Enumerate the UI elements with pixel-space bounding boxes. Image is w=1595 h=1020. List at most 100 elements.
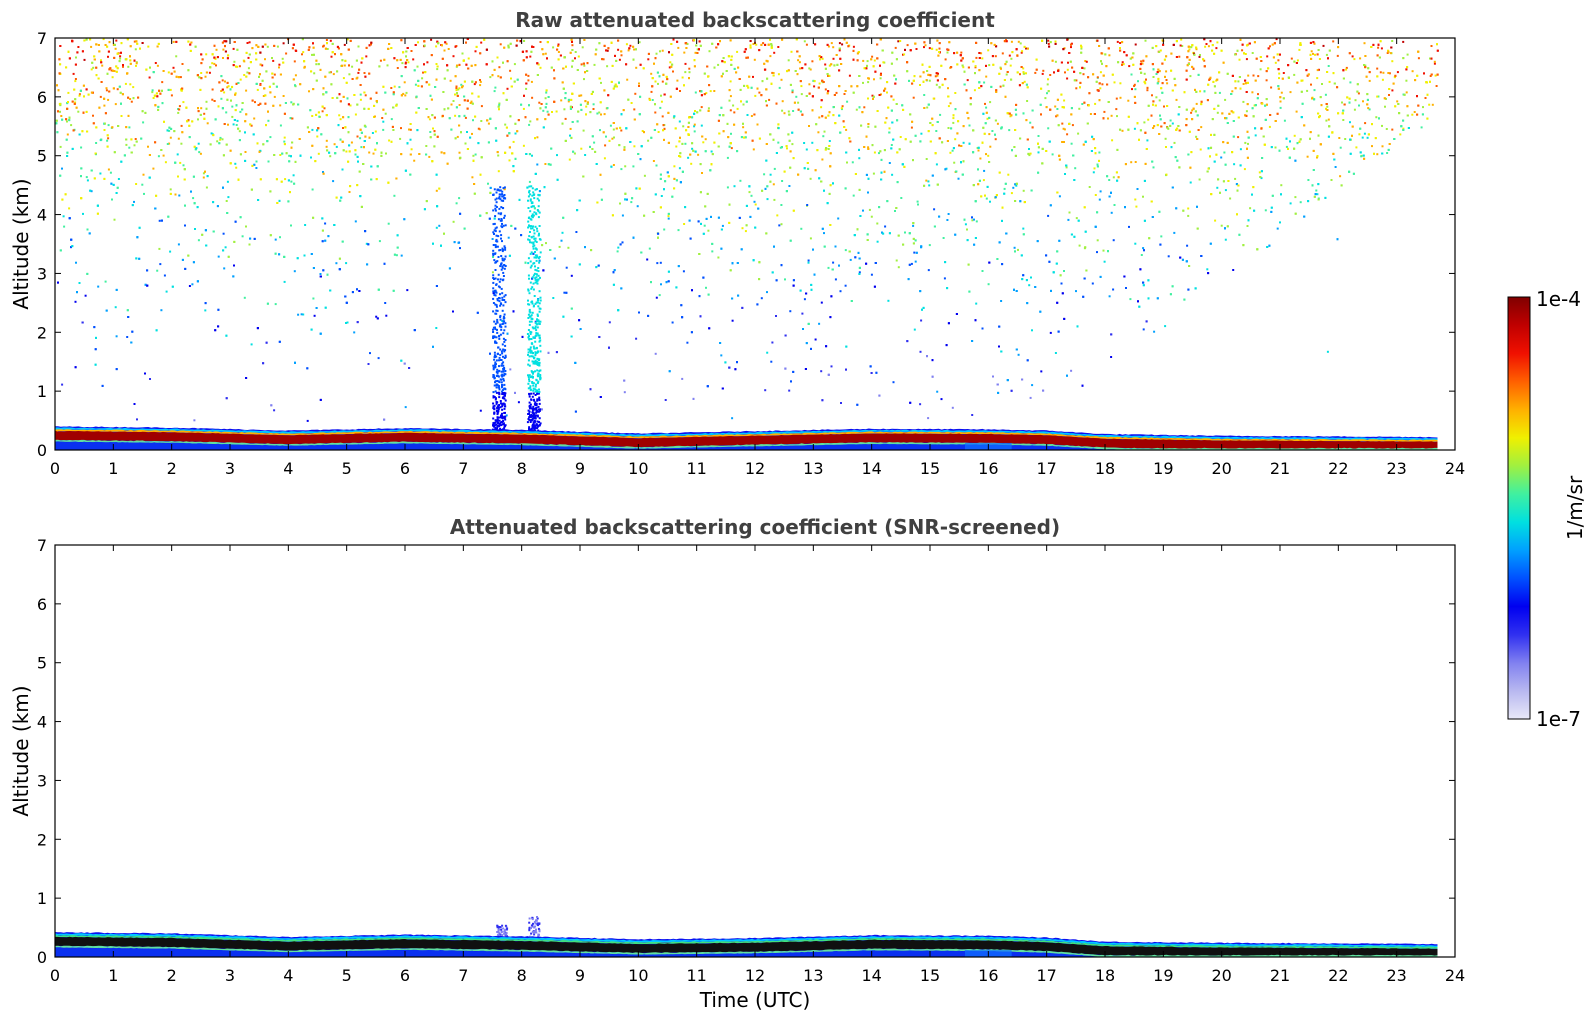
noise-pixel — [1017, 248, 1019, 251]
noise-pixel — [223, 91, 226, 94]
noise-pixel — [1189, 181, 1192, 184]
noise-pixel — [1157, 80, 1160, 83]
noise-pixel — [188, 136, 191, 139]
noise-pixel — [1187, 50, 1190, 53]
noise-pixel — [800, 93, 803, 96]
noise-pixel — [656, 262, 659, 265]
noise-pixel — [1116, 40, 1119, 43]
noise-pixel — [1123, 275, 1126, 278]
noise-pixel — [1224, 238, 1227, 241]
noise-pixel — [700, 124, 703, 127]
noise-pixel — [824, 116, 827, 119]
noise-pixel — [1085, 269, 1088, 272]
noise-pixel — [1387, 148, 1390, 151]
noise-pixel — [507, 236, 510, 239]
noise-pixel — [778, 224, 781, 227]
noise-pixel — [1312, 52, 1314, 55]
noise-pixel — [750, 194, 753, 197]
noise-pixel — [852, 194, 855, 197]
noise-pixel — [540, 103, 543, 105]
noise-pixel — [693, 65, 696, 68]
noise-pixel — [513, 63, 516, 66]
noise-pixel — [197, 107, 199, 110]
noise-pixel — [218, 142, 221, 145]
noise-pixel — [748, 75, 751, 78]
noise-pixel — [829, 184, 832, 187]
noise-pixel — [1000, 350, 1003, 353]
noise-pixel — [1113, 81, 1116, 84]
noise-pixel — [64, 193, 67, 196]
noise-pixel — [253, 117, 256, 120]
noise-pixel — [1049, 331, 1052, 334]
noise-pixel — [290, 146, 293, 149]
noise-pixel — [425, 153, 428, 156]
noise-pixel — [1158, 99, 1161, 102]
noise-pixel — [657, 232, 660, 235]
noise-pixel — [456, 135, 459, 138]
noise-pixel — [770, 360, 773, 363]
noise-pixel — [130, 100, 133, 103]
noise-pixel — [100, 61, 103, 64]
noise-pixel — [686, 341, 689, 344]
noise-pixel — [919, 403, 922, 406]
noise-pixel — [975, 56, 978, 59]
noise-pixel — [267, 119, 270, 122]
noise-pixel — [989, 101, 992, 104]
noise-pixel — [1092, 171, 1095, 174]
noise-pixel — [1246, 44, 1249, 47]
noise-pixel — [525, 87, 528, 90]
noise-pixel — [552, 46, 555, 49]
noise-pixel — [1247, 74, 1250, 77]
noise-pixel — [624, 165, 627, 168]
noise-pixel — [1111, 139, 1114, 142]
noise-pixel — [845, 345, 848, 348]
noise-pixel — [1058, 195, 1061, 198]
noise-pixel — [651, 99, 654, 101]
noise-pixel — [63, 225, 66, 228]
noise-pixel — [467, 57, 470, 60]
noise-pixel — [227, 123, 229, 126]
noise-pixel — [674, 127, 677, 130]
noise-pixel — [797, 101, 800, 104]
noise-pixel — [178, 105, 181, 108]
noise-pixel — [141, 183, 144, 186]
noise-pixel — [841, 105, 844, 108]
noise-pixel — [354, 220, 357, 223]
noise-pixel — [935, 83, 938, 86]
noise-pixel — [891, 173, 894, 176]
noise-pixel — [951, 406, 954, 409]
noise-pixel — [82, 212, 84, 215]
noise-pixel — [565, 266, 568, 269]
noise-pixel — [562, 315, 565, 318]
noise-pixel — [722, 130, 725, 133]
noise-pixel — [1375, 116, 1378, 119]
noise-pixel — [1159, 49, 1162, 52]
noise-pixel — [66, 151, 69, 154]
plot-area — [55, 38, 1439, 450]
noise-pixel — [247, 67, 250, 70]
noise-pixel — [81, 130, 84, 133]
noise-pixel — [1244, 141, 1247, 144]
noise-pixel — [157, 155, 160, 158]
noise-pixel — [359, 137, 362, 140]
noise-pixel — [321, 217, 324, 220]
noise-pixel — [635, 48, 637, 51]
noise-pixel — [858, 148, 860, 151]
noise-pixel — [739, 179, 742, 182]
noise-pixel — [222, 57, 224, 59]
noise-pixel — [969, 97, 972, 100]
noise-pixel — [690, 162, 693, 165]
figure: Raw attenuated backscattering coefficien… — [9, 8, 1587, 1012]
noise-pixel — [744, 48, 747, 51]
noise-pixel — [319, 398, 322, 401]
noise-pixel — [1327, 57, 1329, 60]
noise-pixel — [1265, 103, 1268, 106]
noise-pixel — [168, 126, 171, 129]
noise-pixel — [509, 69, 512, 72]
noise-pixel — [599, 396, 602, 398]
noise-pixel — [1345, 68, 1348, 71]
noise-pixel — [480, 41, 483, 44]
noise-pixel — [128, 146, 131, 149]
noise-pixel — [504, 123, 507, 126]
noise-pixel — [404, 406, 407, 409]
